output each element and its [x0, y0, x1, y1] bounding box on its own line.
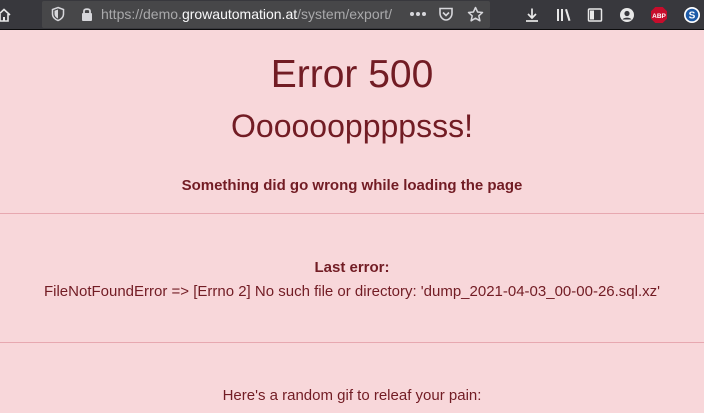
url-bar[interactable]: https://demo.growautomation.at/system/ex…	[42, 1, 490, 28]
divider-top	[0, 213, 704, 214]
page-actions-icon[interactable]	[406, 2, 430, 26]
lock-icon[interactable]	[75, 2, 99, 26]
adblock-plus-icon[interactable]: ABP	[647, 3, 671, 27]
s-extension-label: S	[689, 11, 696, 22]
random-gif-caption: Here's a random gif to releaf your pain:	[222, 387, 482, 404]
url-text[interactable]: https://demo.growautomation.at/system/ex…	[101, 6, 392, 23]
home-icon[interactable]	[0, 3, 16, 27]
pocket-icon[interactable]	[434, 2, 458, 26]
library-icon[interactable]	[552, 3, 576, 27]
bookmark-star-icon[interactable]	[463, 2, 487, 26]
url-prefix: https://demo.	[101, 6, 182, 22]
divider-bottom	[0, 342, 704, 343]
browser-toolbar: https://demo.growautomation.at/system/ex…	[0, 0, 704, 30]
sidebar-icon[interactable]	[583, 3, 607, 27]
download-icon[interactable]	[520, 3, 544, 27]
error-title: Error 500	[270, 53, 434, 96]
url-domain: growautomation.at	[181, 6, 298, 22]
last-error-label: Last error:	[314, 259, 390, 276]
s-extension-icon[interactable]: S	[680, 3, 704, 27]
abp-label: ABP	[652, 13, 666, 20]
tracking-shield-icon[interactable]	[46, 2, 70, 26]
last-error-text: FileNotFoundError => [Errno 2] No such f…	[43, 283, 661, 300]
error-message: Something did go wrong while loading the…	[181, 177, 523, 194]
error-page: Error 500 Ooooooppppsss! Something did g…	[0, 31, 704, 413]
url-path: /system/export/	[297, 6, 393, 22]
error-subtitle: Ooooooppppsss!	[231, 108, 473, 144]
account-icon[interactable]	[615, 3, 639, 27]
